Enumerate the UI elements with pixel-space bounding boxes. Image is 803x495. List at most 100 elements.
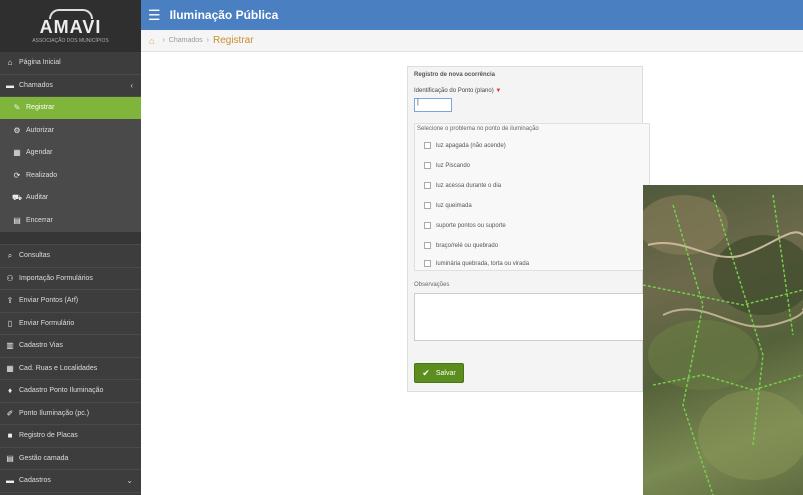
- ponto-id-label-text: Identificação do Ponto (plano): [414, 88, 494, 94]
- sidebar-item-label: Cadastros: [19, 477, 51, 485]
- sidebar-item-pagina-inicial[interactable]: ⌂ Página Inicial: [0, 52, 141, 75]
- sidebar-item-label: Página Inicial: [19, 59, 61, 67]
- sidebar: AMAVI ASSOCIAÇÃO DOS MUNICÍPIOS ⌂ Página…: [0, 0, 141, 495]
- problem-option[interactable]: braço/relé ou quebrado: [424, 242, 498, 249]
- breadcrumb-parent[interactable]: Chamados: [169, 37, 203, 44]
- breadcrumb-separator: ›: [162, 37, 165, 44]
- page-title: Iluminação Pública: [169, 8, 279, 22]
- ponto-id-label: Identificação do Ponto (plano) ▼: [414, 88, 501, 94]
- sidebar-item-realizado[interactable]: ⟳ Realizado: [0, 164, 141, 187]
- save-button[interactable]: ✔ Salvar: [414, 363, 464, 383]
- problem-checkbox[interactable]: [424, 142, 431, 149]
- pencil-icon: ✎: [13, 103, 21, 113]
- problem-label: luz acessa durante o dia: [436, 182, 502, 189]
- problems-fieldset: Selecione o problema no ponto de ilumina…: [414, 123, 650, 271]
- sidebar-item-gestao-camada[interactable]: ▤ Gestão camada: [0, 448, 141, 470]
- sidebar-item-label: Autorizar: [26, 126, 55, 134]
- folder-icon: ▬: [6, 476, 14, 486]
- sidebar-item-registro-placas[interactable]: ■ Registro de Placas: [0, 425, 141, 448]
- folder-icon: ▬: [6, 80, 14, 90]
- problems-title: Selecione o problema no ponto de ilumina…: [417, 126, 539, 132]
- problem-option[interactable]: luz acessa durante o dia: [424, 182, 501, 189]
- sidebar-item-label: Auditar: [26, 194, 49, 202]
- sidebar-item-label: Encerrar: [26, 216, 53, 224]
- problem-label: suporte pontos ou suporte: [436, 222, 506, 229]
- gear-icon: ⚙: [13, 125, 21, 135]
- sidebar-item-agendar[interactable]: ▦ Agendar: [0, 142, 141, 165]
- sidebar-item-autorizar[interactable]: ⚙ Autorizar: [0, 119, 141, 142]
- top-bar: ☰ Iluminação Pública: [141, 0, 803, 30]
- home-icon: ⌂: [7, 58, 13, 68]
- menu-icon[interactable]: ☰: [148, 7, 161, 24]
- layers-icon: ▤: [6, 453, 14, 463]
- sidebar-item-label: Agendar: [26, 149, 53, 157]
- calendar-icon: ▦: [13, 148, 21, 158]
- satellite-map[interactable]: [643, 185, 803, 495]
- truck-icon: ⛟: [12, 192, 23, 202]
- sidebar-item-label: Registro de Placas: [19, 432, 78, 440]
- file-icon: ▯: [7, 318, 13, 328]
- logo-name: AMAVI: [39, 16, 102, 37]
- problem-option[interactable]: luz Piscando: [424, 162, 470, 169]
- home-icon[interactable]: ⌂: [149, 36, 154, 46]
- problem-label: luminária quebrada, torta ou virada: [436, 260, 530, 267]
- problem-checkbox[interactable]: [424, 162, 431, 169]
- sidebar-item-cad-ruas[interactable]: ▦ Cad. Ruas e Localidades: [0, 358, 141, 380]
- check-icon: ✔: [422, 367, 430, 378]
- breadcrumb-separator: ›: [206, 37, 209, 44]
- sidebar-item-label: Cadastro Vias: [19, 342, 63, 350]
- problem-option[interactable]: luminária quebrada, torta ou virada: [424, 260, 529, 267]
- map-overlay: [643, 194, 803, 495]
- problem-label: braço/relé ou quebrado: [436, 242, 499, 249]
- sidebar-separator: [0, 232, 141, 245]
- sidebar-item-enviar-pontos[interactable]: ⇪ Enviar Pontos (Arf): [0, 290, 141, 313]
- sidebar-item-label: Chamados: [19, 81, 53, 89]
- lightbulb-icon: ♦: [7, 386, 13, 396]
- problem-checkbox[interactable]: [424, 242, 431, 249]
- problem-checkbox[interactable]: [424, 260, 431, 267]
- logo-subtitle: ASSOCIAÇÃO DOS MUNICÍPIOS: [32, 37, 109, 44]
- problem-option[interactable]: luz apagada (não acende): [424, 142, 506, 149]
- sidebar-item-importacao-formularios[interactable]: ⚇ Importação Formulários: [0, 268, 141, 290]
- sidebar-item-label: Cadastro Ponto Iluminação: [19, 387, 104, 395]
- sidebar-item-cadastro-vias[interactable]: ▥ Cadastro Vias: [0, 335, 141, 358]
- map-patch: [713, 235, 803, 315]
- sidebar-item-label: Gestão camada: [19, 454, 69, 462]
- sidebar-item-label: Importação Formulários: [19, 274, 93, 282]
- map-patch: [648, 320, 758, 390]
- problem-checkbox[interactable]: [424, 202, 431, 209]
- sidebar-item-ponto-iluminacao[interactable]: ✐ Ponto Iluminação (pc.): [0, 403, 141, 425]
- problem-checkbox[interactable]: [424, 222, 431, 229]
- sidebar-item-label: Realizado: [26, 171, 58, 179]
- sidebar-item-label: Cad. Ruas e Localidades: [19, 364, 98, 372]
- sidebar-item-consultas[interactable]: ⌕ Consultas: [0, 245, 141, 268]
- grid-icon: ▦: [6, 363, 14, 373]
- problem-option[interactable]: suporte pontos ou suporte: [424, 222, 506, 229]
- sidebar-item-enviar-formulario[interactable]: ▯ Enviar Formulário: [0, 313, 141, 335]
- search-icon: ⌕: [7, 250, 13, 260]
- problem-label: luz apagada (não acende): [436, 142, 506, 149]
- problem-option[interactable]: luz queimada: [424, 202, 472, 209]
- sidebar-item-encerrar[interactable]: ▤ Encerrar: [0, 209, 141, 232]
- sidebar-item-cadastro-ponto[interactable]: ♦ Cadastro Ponto Iluminação: [0, 380, 141, 403]
- ponto-id-input[interactable]: |: [414, 98, 452, 112]
- required-marker-icon: ▼: [495, 88, 502, 94]
- sidebar-item-label: Ponto Iluminação (pc.): [19, 409, 90, 417]
- sidebar-item-cadastros[interactable]: ▬ Cadastros ⌄: [0, 470, 141, 493]
- tag-icon: ■: [7, 431, 13, 441]
- sidebar-item-label: Enviar Formulário: [19, 319, 75, 327]
- problem-label: luz queimada: [436, 202, 472, 209]
- sidebar-item-auditar[interactable]: ⛟ Auditar: [0, 187, 141, 210]
- map-icon: ▥: [6, 341, 14, 351]
- registro-form: Registro de nova ocorrência Identificaçã…: [407, 66, 650, 392]
- breadcrumb-current: Registrar: [212, 35, 254, 46]
- observacoes-label: Observações: [414, 282, 450, 288]
- sidebar-item-label: Consultas: [19, 252, 51, 260]
- sidebar-item-registrar[interactable]: ✎ Registrar: [0, 97, 141, 120]
- observacoes-textarea[interactable]: [414, 293, 650, 341]
- save-button-label: Salvar: [435, 369, 456, 377]
- document-icon: ▤: [13, 215, 21, 225]
- problem-label: luz Piscando: [436, 162, 471, 169]
- sidebar-item-chamados[interactable]: ▬ Chamados ‹: [0, 75, 141, 97]
- problem-checkbox[interactable]: [424, 182, 431, 189]
